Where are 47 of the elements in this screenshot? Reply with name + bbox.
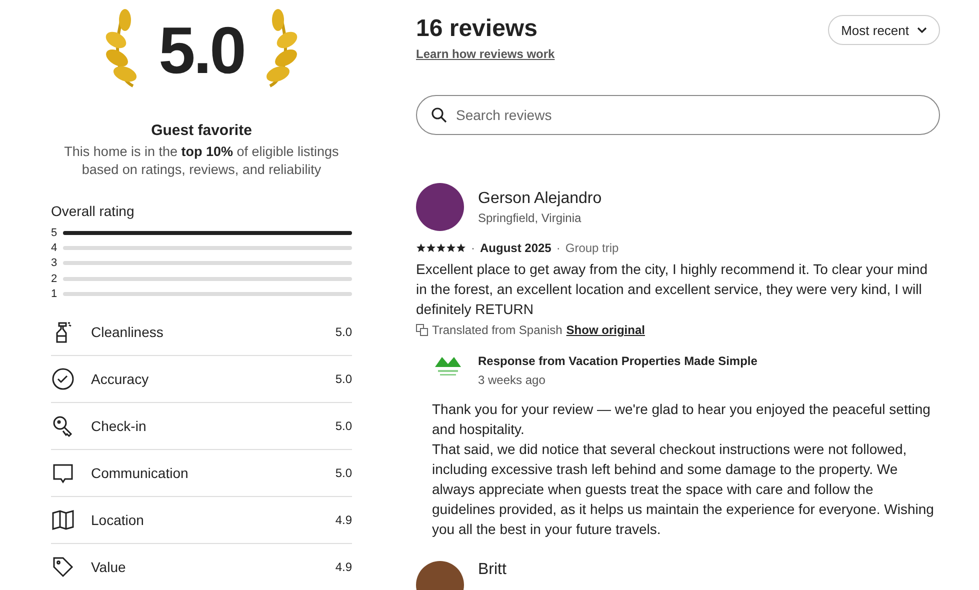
learn-reviews-link[interactable]: Learn how reviews work bbox=[416, 47, 555, 61]
reviews-count-title: 16 reviews bbox=[416, 15, 538, 43]
map-icon bbox=[51, 508, 75, 532]
rating-number: 2 bbox=[51, 272, 58, 285]
response-paragraph: That said, we did notice that several checkout instructions were not followed, including excessive trash left behind and some damage to the property. We always appreciate when guests treat the space with care and follow the guidelines provided, as it helps us maintain the experience for everyone. Wishing you all the best in your future travels. bbox=[432, 440, 935, 539]
translation-note: Translated from Spanish bbox=[432, 323, 562, 337]
guest-favorite-description: This home is in the top 10% of eligible listings based on ratings, reviews, and reliability bbox=[63, 143, 340, 179]
check-circle-icon bbox=[51, 367, 75, 392]
category-score: 5.0 bbox=[335, 372, 352, 386]
rating-number: 3 bbox=[51, 257, 58, 270]
search-icon bbox=[431, 107, 447, 123]
category-score: 4.9 bbox=[335, 513, 352, 528]
avatar bbox=[416, 183, 464, 231]
separator-dot: · bbox=[471, 241, 475, 255]
category-score: 4.9 bbox=[335, 560, 352, 574]
category-label: Accuracy bbox=[91, 371, 150, 388]
review-date: August 2025 bbox=[480, 241, 552, 255]
category-label: Value bbox=[91, 558, 127, 575]
response-time: 3 weeks ago bbox=[478, 373, 546, 387]
rating-number: 4 bbox=[51, 242, 58, 254]
search-field[interactable]: Search reviews bbox=[416, 95, 940, 135]
review-text: Excellent place to get away from the city, I highly recommend it. To clear your mind in the forest, an excellent location and excellent service, they were very kind, I will definitely RETURN bbox=[416, 260, 928, 319]
rating-number: 1 bbox=[51, 288, 58, 300]
category-score: 5.0 bbox=[335, 466, 352, 480]
category-score: 5.0 bbox=[335, 325, 352, 340]
rating-number: 5 bbox=[51, 226, 58, 239]
key-icon bbox=[51, 414, 75, 438]
category-label: Location bbox=[91, 512, 145, 528]
overall-rating-title: Overall rating bbox=[51, 203, 136, 219]
category-label: Cleanliness bbox=[91, 324, 164, 340]
category-label: Communication bbox=[91, 465, 190, 482]
response-paragraph: Thank you for your review — we're glad to hear you enjoyed the peaceful setting and hospitality. bbox=[432, 400, 932, 439]
overall-score: 5.0 bbox=[158, 12, 244, 89]
translate-icon bbox=[416, 324, 428, 336]
separator-dot: · bbox=[556, 241, 560, 255]
reviewer-name: Gerson Alejandro bbox=[478, 190, 602, 208]
category-score: 5.0 bbox=[335, 419, 352, 434]
guest-favorite-title: Guest favorite bbox=[150, 122, 253, 139]
chevron-down-icon bbox=[917, 27, 927, 33]
sort-dropdown[interactable]: Most recent bbox=[828, 15, 940, 45]
trip-type: Group trip bbox=[565, 241, 619, 255]
reviewer-location: Springfield, Virginia bbox=[478, 210, 582, 224]
category-label: Check-in bbox=[91, 418, 148, 434]
response-title: Response from Vacation Properties Made Simple bbox=[478, 354, 758, 368]
reviewer-name: Britt bbox=[478, 561, 506, 579]
show-original-link[interactable]: Show original bbox=[566, 323, 645, 337]
tag-icon bbox=[51, 554, 75, 579]
